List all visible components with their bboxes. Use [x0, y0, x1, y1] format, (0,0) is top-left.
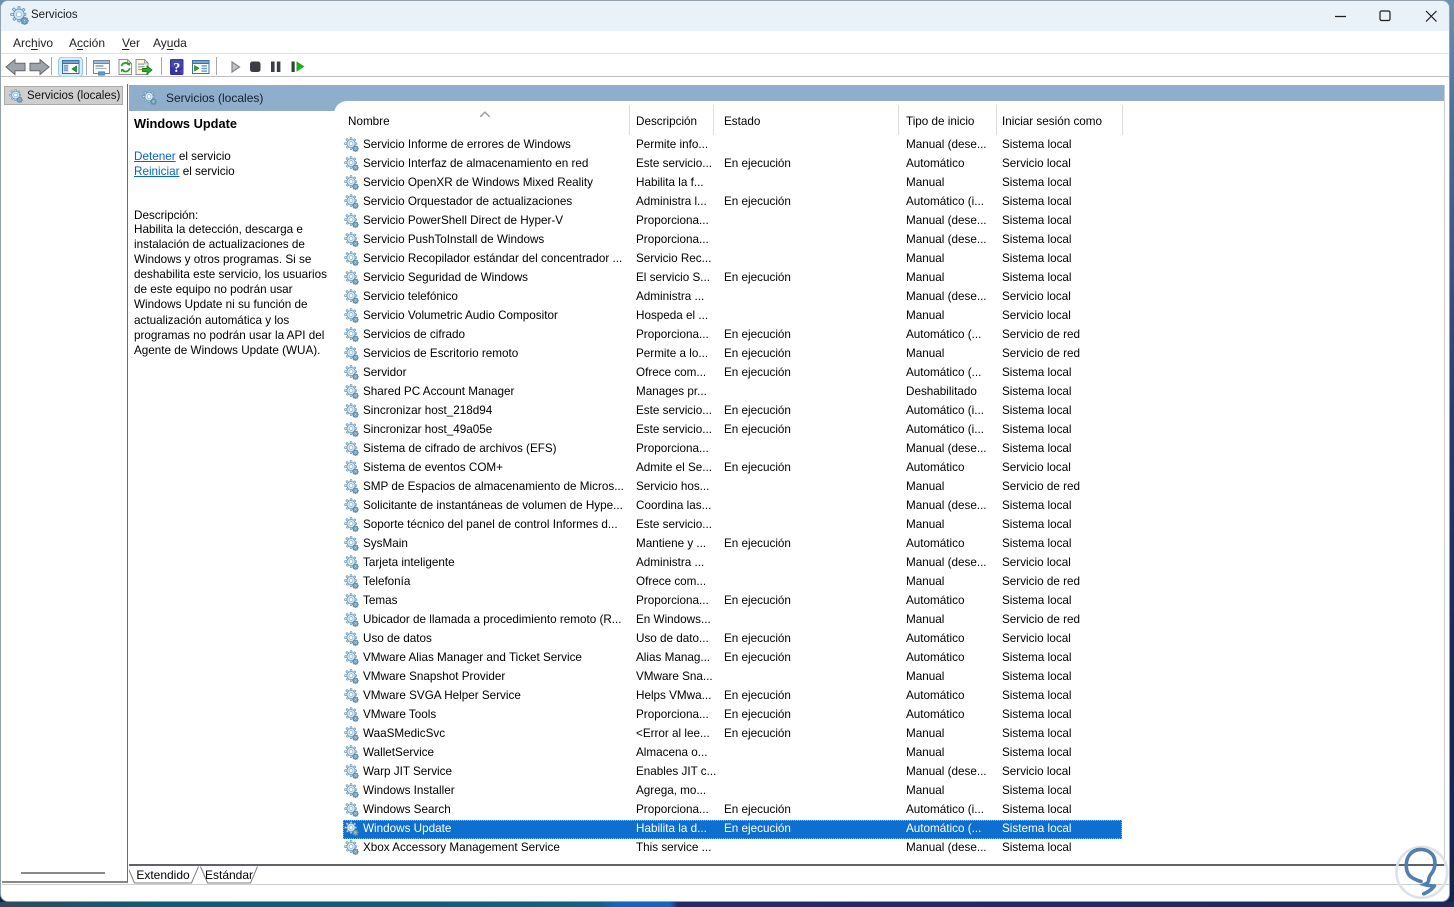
- svg-text:?: ?: [173, 61, 180, 76]
- svg-text:Extendido: Extendido: [136, 868, 190, 882]
- svg-text:Estándar: Estándar: [205, 868, 253, 882]
